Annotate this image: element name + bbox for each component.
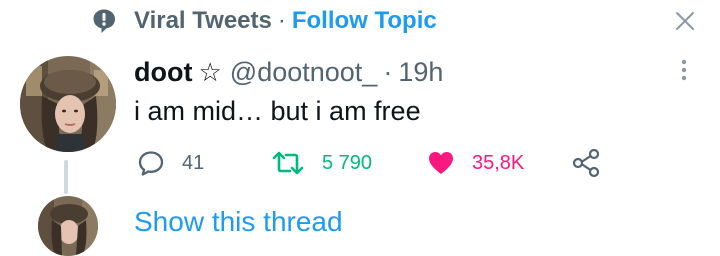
topic-name[interactable]: Viral Tweets <box>134 7 272 35</box>
author-separator: · <box>383 56 393 87</box>
close-icon[interactable] <box>672 8 698 34</box>
avatar[interactable] <box>20 56 116 152</box>
share-button[interactable] <box>570 146 602 180</box>
thread-avatar[interactable] <box>38 196 98 256</box>
tweet-author-row: doot ☆ @dootnoot_ · 19h <box>134 54 443 90</box>
reply-button[interactable]: 41 <box>136 146 204 180</box>
retweet-icon <box>272 151 304 175</box>
star-icon: ☆ <box>198 56 222 87</box>
retweet-button[interactable]: 5 790 <box>270 146 372 180</box>
topic-header: Viral Tweets · Follow Topic <box>134 6 437 36</box>
retweet-count: 5 790 <box>322 151 373 174</box>
reply-count: 41 <box>182 151 205 174</box>
reply-icon <box>138 151 164 176</box>
thread-connector-line <box>64 160 68 194</box>
follow-topic-button[interactable]: Follow Topic <box>292 7 437 35</box>
speech-bubble-icon <box>93 9 115 33</box>
topic-separator: · <box>277 7 286 34</box>
heart-icon <box>429 152 453 174</box>
tweet-timestamp[interactable]: 19h <box>398 57 443 88</box>
like-button[interactable]: 35,8K <box>426 146 524 180</box>
share-icon <box>572 148 600 178</box>
tweet-text: i am mid… but i am free <box>134 96 421 126</box>
author-handle[interactable]: @dootnoot_ <box>230 57 378 88</box>
more-vertical-icon[interactable] <box>678 56 690 86</box>
show-thread-link[interactable]: Show this thread <box>134 206 343 238</box>
like-count: 35,8K <box>472 151 525 174</box>
author-name[interactable]: doot <box>134 57 192 88</box>
